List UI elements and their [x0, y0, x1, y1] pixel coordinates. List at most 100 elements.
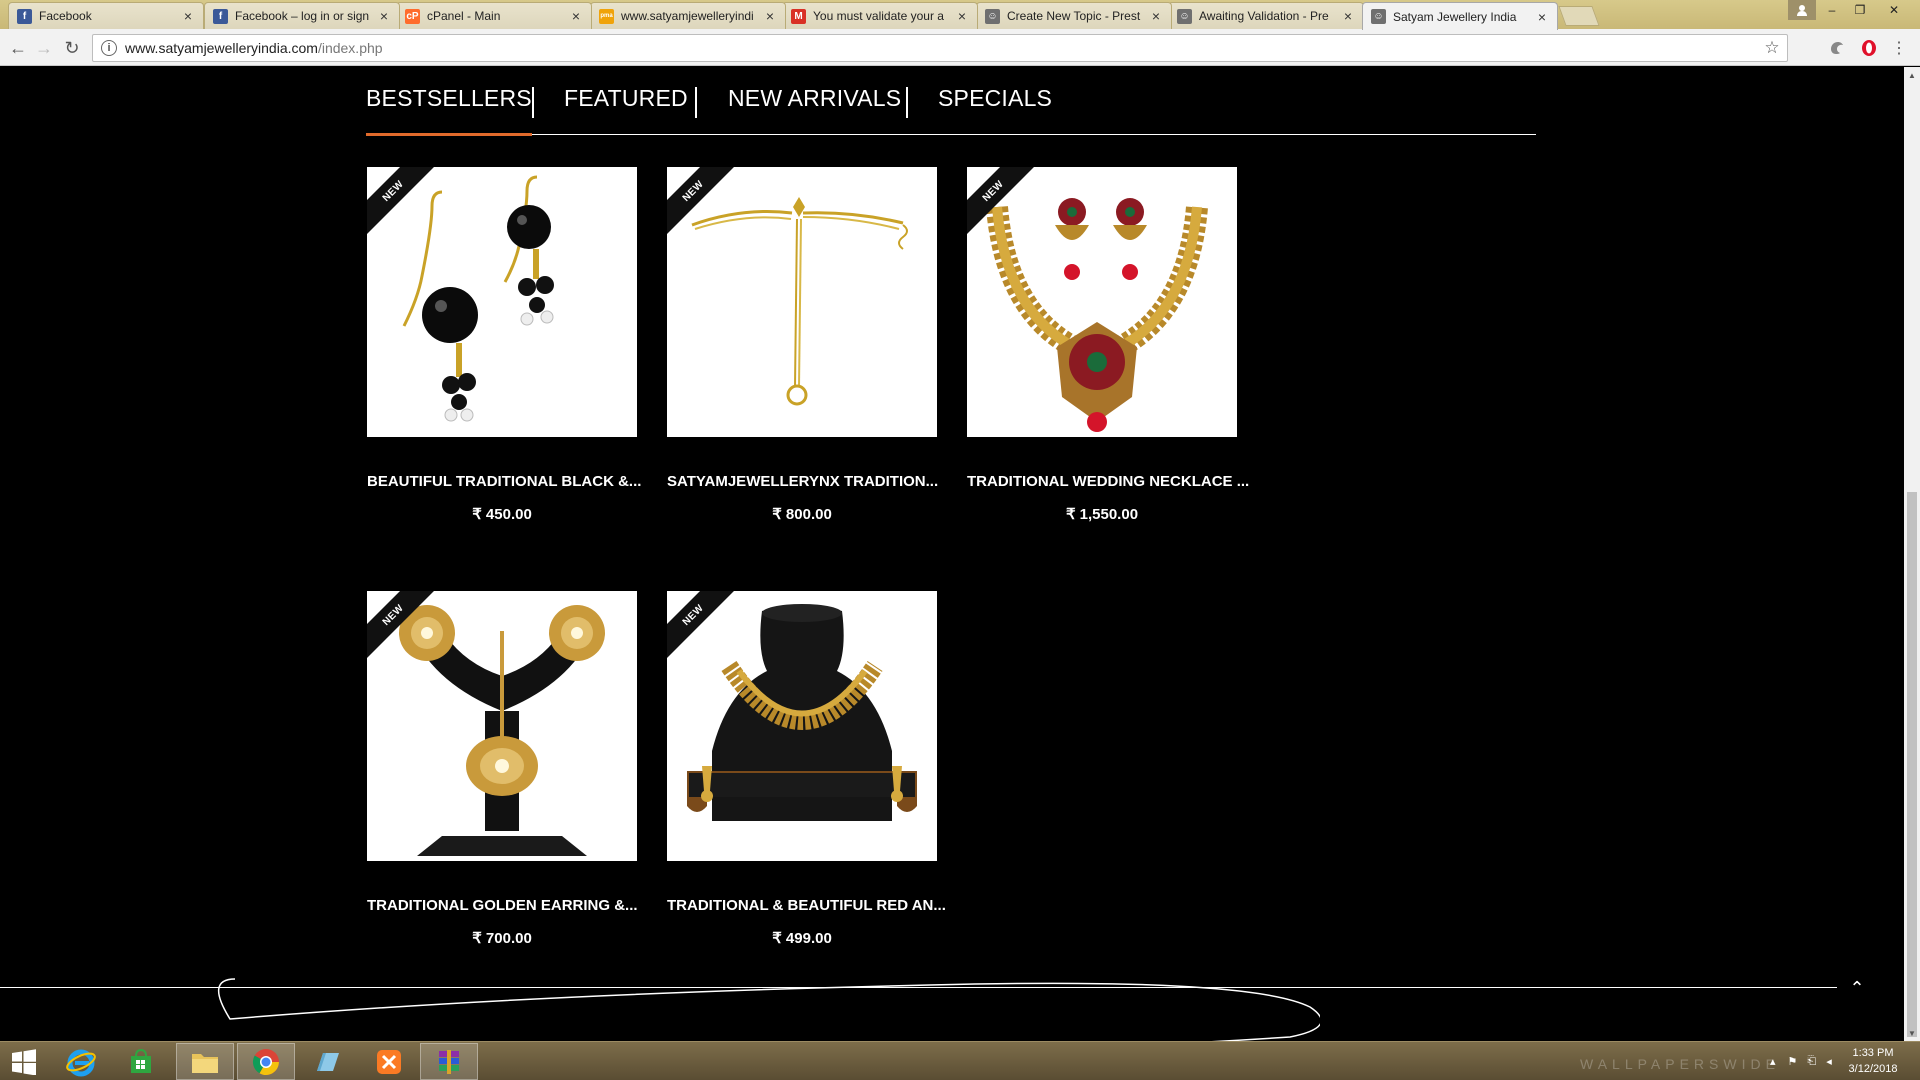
tab-title: Create New Topic - Prest	[1007, 9, 1141, 23]
product-card[interactable]: NEW TRADITIONAL & BEAUTIFUL RED AN... ₹ …	[667, 591, 946, 947]
browser-tab[interactable]: M You must validate your a ×	[782, 2, 978, 29]
product-name[interactable]: TRADITIONAL & BEAUTIFUL RED AN...	[667, 897, 946, 914]
tab-new-arrivals[interactable]: NEW ARRIVALS	[728, 85, 901, 135]
page-viewport: BESTSELLERS FEATURED NEW ARRIVALS SPECIA…	[0, 67, 1904, 1041]
internet-explorer-icon[interactable]	[52, 1043, 110, 1080]
tab-title: Awaiting Validation - Pre	[1199, 9, 1329, 23]
product-card[interactable]: NEW TRADITIONAL WEDDING NECKLACE ... ₹ 1…	[967, 167, 1249, 523]
close-tab-icon[interactable]: ×	[181, 8, 195, 24]
prestashop-icon: ☺	[1177, 8, 1192, 24]
product-card[interactable]: NEW SATYAMJEWELLERYNX TRADITION... ₹ 800…	[667, 167, 938, 523]
scroll-up-icon[interactable]: ▲	[1904, 67, 1920, 83]
tab-specials[interactable]: SPECIALS	[938, 85, 1052, 135]
product-price: ₹ 1,550.00	[1065, 506, 1139, 523]
close-tab-icon[interactable]: ×	[1341, 8, 1355, 24]
product-price: ₹ 700.00	[472, 930, 532, 947]
show-hidden-icons-icon[interactable]: ▴	[1770, 1055, 1776, 1068]
browser-tab[interactable]: ☺ Create New Topic - Prest ×	[976, 2, 1172, 29]
start-button[interactable]	[0, 1043, 48, 1080]
browser-tab[interactable]: f Facebook – log in or sign ×	[204, 2, 400, 29]
tab-featured[interactable]: FEATURED	[564, 85, 688, 135]
close-tab-icon[interactable]: ×	[1535, 9, 1549, 25]
action-center-icon[interactable]: ⚑	[1788, 1055, 1798, 1068]
close-window-icon[interactable]: ✕	[1874, 0, 1914, 20]
clock-date: 3/12/2018	[1848, 1063, 1898, 1075]
close-tab-icon[interactable]: ×	[1149, 8, 1163, 24]
scrollbar-thumb[interactable]	[1907, 492, 1917, 1037]
new-tab-button[interactable]	[1558, 6, 1600, 26]
store-icon[interactable]	[112, 1043, 170, 1080]
tab-title: You must validate your a	[813, 9, 944, 23]
facebook-icon: f	[17, 8, 32, 24]
product-name[interactable]: SATYAMJEWELLERYNX TRADITION...	[667, 473, 938, 490]
product-image[interactable]: NEW	[667, 591, 937, 861]
product-name[interactable]: TRADITIONAL WEDDING NECKLACE ...	[967, 473, 1249, 490]
minimize-icon[interactable]: –	[1818, 0, 1846, 20]
scroll-to-top-icon[interactable]: ⌃	[1842, 973, 1872, 1003]
product-image[interactable]: NEW	[367, 167, 637, 437]
page-scrollbar[interactable]: ▲ ▼	[1904, 67, 1920, 1041]
browser-tab[interactable]: pma www.satyamjewelleryindi ×	[590, 2, 786, 29]
browser-tab[interactable]: ☺ Satyam Jewellery India ×	[1362, 2, 1558, 30]
product-price: ₹ 450.00	[472, 506, 532, 523]
product-name[interactable]: BEAUTIFUL TRADITIONAL BLACK &...	[367, 473, 641, 490]
hand-drawn-scribble	[217, 978, 1320, 1041]
tab-title: Facebook	[39, 9, 92, 23]
notepad-icon[interactable]	[298, 1043, 356, 1080]
hand-chain-image	[691, 197, 908, 406]
ruby-necklace-image	[986, 198, 1208, 432]
tab-label: SPECIALS	[938, 85, 1053, 111]
xampp-icon[interactable]	[360, 1043, 418, 1080]
address-bar[interactable]: i www.satyamjewelleryindia.com/index.php…	[92, 34, 1788, 62]
site-icon: ☺	[1371, 9, 1386, 24]
network-icon[interactable]: ⎗	[1807, 1055, 1816, 1068]
windows-taskbar: WALLPAPERSWIDE ▴ ⚑ ⎗ ◂ 1:33 PM 3/12/2018	[0, 1041, 1920, 1080]
tab-separator	[906, 87, 908, 118]
back-icon[interactable]: ←	[6, 36, 30, 60]
bookmark-star-icon[interactable]: ☆	[1761, 38, 1783, 58]
opera-icon[interactable]	[1858, 37, 1880, 59]
product-price: ₹ 800.00	[772, 506, 832, 523]
browser-tab[interactable]: f Facebook ×	[8, 2, 204, 29]
browser-tab-strip: – ❐ ✕ f Facebook × f Facebook – log in or si…	[0, 0, 1920, 30]
close-tab-icon[interactable]: ×	[569, 8, 583, 24]
close-tab-icon[interactable]: ×	[955, 8, 969, 24]
tab-label: BESTSELLERS	[366, 85, 532, 111]
scroll-down-icon[interactable]: ▼	[1904, 1025, 1920, 1041]
close-tab-icon[interactable]: ×	[377, 8, 391, 24]
bust-necklace-image	[687, 604, 917, 821]
tab-separator	[532, 87, 534, 118]
product-image[interactable]: NEW	[967, 167, 1237, 437]
file-explorer-icon[interactable]	[176, 1043, 234, 1080]
product-card[interactable]: NEW TRADITIONAL GOLDEN EARRING &... ₹ 70…	[367, 591, 638, 947]
forward-icon[interactable]: →	[32, 36, 56, 60]
tab-label: NEW ARRIVALS	[728, 85, 902, 111]
tab-title: cPanel - Main	[427, 9, 501, 23]
menu-icon[interactable]: ⋮	[1888, 37, 1910, 59]
windows-logo-icon	[12, 1048, 36, 1075]
reload-icon[interactable]: ↻	[60, 36, 84, 60]
product-name[interactable]: TRADITIONAL GOLDEN EARRING &...	[367, 897, 638, 914]
browser-tab[interactable]: ☺ Awaiting Validation - Pre ×	[1168, 2, 1364, 29]
restore-icon[interactable]: ❐	[1846, 0, 1874, 20]
black-earrings-image	[402, 175, 554, 422]
site-info-icon[interactable]: i	[101, 40, 117, 56]
system-tray: ▴ ⚑ ⎗ ◂	[1770, 1042, 1832, 1080]
product-card[interactable]: NEW BEAUTIFUL TRADITIONAL BLACK &... ₹ 4…	[367, 167, 641, 523]
facebook-icon: f	[213, 8, 228, 24]
chrome-icon[interactable]	[237, 1043, 295, 1080]
product-image[interactable]: NEW	[667, 167, 937, 437]
browser-tab[interactable]: cP cPanel - Main ×	[396, 2, 592, 29]
extension-icon[interactable]	[1826, 37, 1848, 59]
golden-earring-stand-image	[399, 605, 605, 856]
close-tab-icon[interactable]: ×	[763, 8, 777, 24]
tab-separator	[695, 87, 697, 118]
address-url[interactable]: www.satyamjewelleryindia.com/index.php	[125, 40, 1761, 56]
system-clock[interactable]: 1:33 PM 3/12/2018	[1838, 1045, 1908, 1077]
profile-icon[interactable]	[1788, 0, 1816, 20]
product-image[interactable]: NEW	[367, 591, 637, 861]
volume-icon[interactable]: ◂	[1826, 1055, 1832, 1068]
product-tabs: BESTSELLERS FEATURED NEW ARRIVALS SPECIA…	[366, 67, 1536, 136]
winrar-icon[interactable]	[420, 1043, 478, 1080]
tab-bestsellers[interactable]: BESTSELLERS	[366, 85, 532, 136]
